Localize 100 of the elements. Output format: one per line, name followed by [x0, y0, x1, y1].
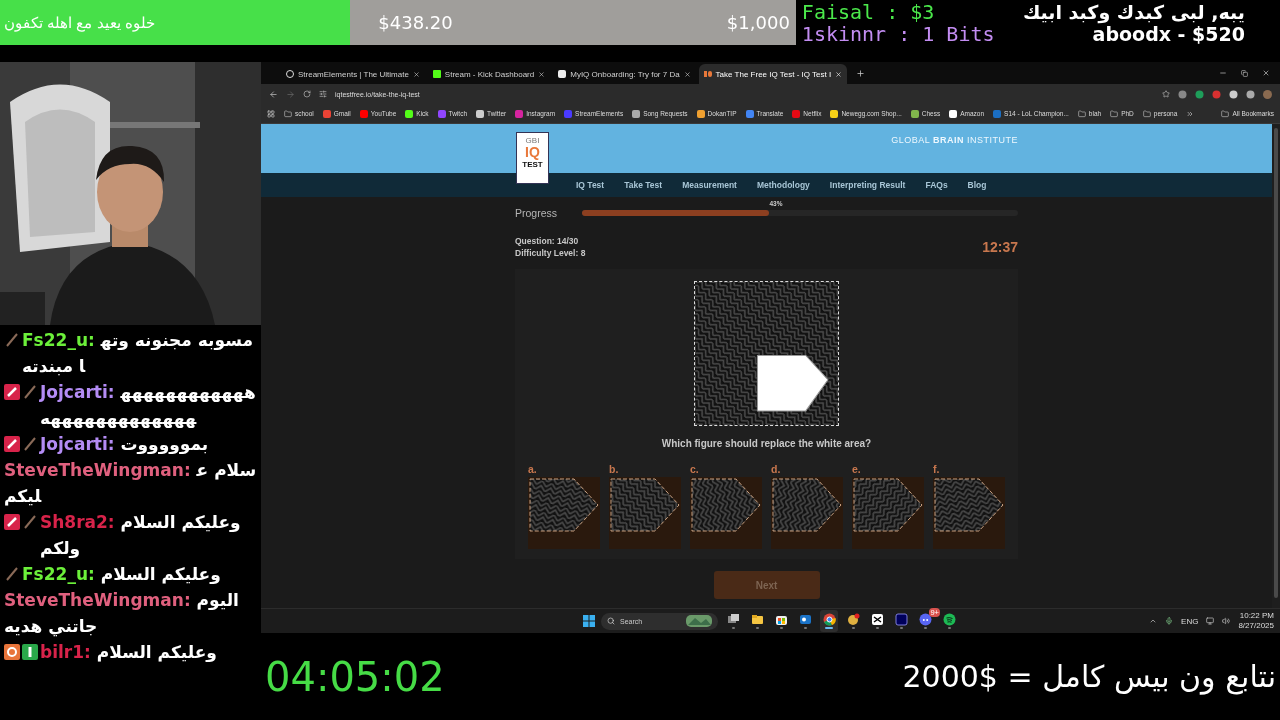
site-icon — [437, 109, 446, 118]
site-icon — [993, 109, 1002, 118]
reload-icon[interactable] — [303, 90, 311, 98]
close-icon[interactable] — [1262, 69, 1270, 77]
mail-icon[interactable] — [798, 613, 812, 626]
folder-icon — [1077, 109, 1086, 118]
question-prompt: Which figure should replace the white area? — [661, 438, 872, 449]
scrollbar-thumb[interactable] — [1274, 128, 1278, 598]
brand-name: GLOBAL BRAIN INSTITUTE — [891, 135, 1018, 145]
nav-link[interactable]: Take Test — [624, 180, 663, 190]
bookmark-star-icon[interactable] — [1162, 90, 1170, 98]
folder-icon — [1221, 109, 1230, 118]
browser-icon[interactable] — [822, 613, 836, 626]
answer-option[interactable] — [609, 477, 681, 549]
search-highlight-icon — [686, 615, 712, 627]
nav-link[interactable]: Measurement — [682, 180, 737, 190]
slash-badge-icon — [22, 436, 38, 452]
apps-icon[interactable] — [267, 109, 275, 118]
language-indicator[interactable]: ENG — [1181, 616, 1199, 626]
nav-link[interactable]: Blog — [967, 180, 987, 190]
question-number: Question: 14/30 — [515, 235, 580, 247]
restore-icon[interactable] — [1241, 69, 1248, 77]
site-icon — [405, 109, 414, 118]
chat-app-icon[interactable] — [918, 613, 932, 626]
difficulty-level: Difficulty Level: 8 — [515, 247, 586, 259]
site-icon — [632, 109, 641, 118]
option-label: a. — [528, 463, 538, 475]
site-icon — [949, 109, 958, 118]
answer-option[interactable] — [771, 477, 843, 549]
og-badge-icon — [4, 644, 20, 660]
answer-option[interactable] — [690, 477, 762, 549]
site-icon — [910, 109, 919, 118]
music-icon[interactable] — [942, 613, 956, 626]
answer-option[interactable] — [933, 477, 1005, 549]
goal-target-amount: $1,000 — [725, 12, 791, 33]
site-icon — [830, 109, 839, 118]
site-icon — [745, 109, 754, 118]
more-bookmarks-icon[interactable] — [1186, 109, 1195, 118]
progress-label: Progress — [515, 207, 558, 219]
close-icon[interactable] — [683, 70, 691, 78]
site-icon — [564, 109, 573, 118]
folder-icon[interactable] — [750, 613, 764, 626]
store-icon[interactable] — [774, 613, 788, 626]
site-icon — [322, 109, 331, 118]
answer-option[interactable] — [852, 477, 924, 549]
sword-badge-icon — [4, 384, 20, 400]
back-icon[interactable] — [269, 89, 278, 99]
tray-overflow-icon[interactable] — [1149, 617, 1158, 625]
nav-link[interactable]: FAQs — [925, 180, 948, 190]
nav-link[interactable]: Methodology — [756, 180, 810, 190]
recent-event: 1skinnr : 1 Bits — [801, 22, 996, 45]
site-icon — [696, 109, 705, 118]
video-editor-icon[interactable] — [894, 613, 908, 626]
task-view-icon[interactable] — [726, 613, 740, 626]
folder-icon — [284, 109, 292, 118]
close-icon[interactable] — [538, 70, 546, 78]
close-icon[interactable] — [835, 70, 843, 78]
folder-icon — [1110, 109, 1119, 118]
site-icon — [359, 109, 368, 118]
new-tab-icon[interactable] — [856, 68, 866, 78]
tab-site-icon — [558, 70, 567, 78]
volume-icon[interactable] — [1222, 617, 1231, 625]
browser-tab[interactable]: Stream - Kick Dashboard — [427, 64, 551, 84]
site-icon — [476, 109, 485, 118]
option-label: b. — [609, 463, 620, 475]
microphone-icon[interactable] — [1165, 617, 1174, 625]
editor-icon[interactable] — [870, 613, 884, 626]
tab-site-icon — [286, 70, 294, 78]
stream-uptime: 04:05:02 — [265, 653, 445, 700]
answer-option[interactable] — [528, 477, 600, 549]
nav-link[interactable]: IQ Test — [576, 180, 605, 190]
slash-badge-icon — [22, 384, 38, 400]
donation-message: يبه, لبى كبدك وكبد ابيك — [1022, 0, 1245, 23]
close-icon[interactable] — [412, 70, 420, 78]
tab-site-icon — [703, 70, 712, 78]
clock[interactable]: 10:22 PM 8/27/2025 — [1238, 611, 1274, 631]
goal-current-amount: $438.20 — [377, 12, 454, 33]
sword-badge-icon — [4, 436, 20, 452]
network-icon[interactable] — [1206, 617, 1215, 625]
recent-event: Faisal : $3 — [801, 0, 936, 23]
first-badge-icon — [22, 644, 38, 660]
goal-note: نتابع ون بيس كامل = $2000 — [902, 659, 1276, 694]
nav-link[interactable]: Interpreting Result — [829, 180, 906, 190]
option-label: e. — [852, 463, 862, 475]
avatar-icon[interactable] — [1263, 89, 1272, 99]
start-icon[interactable] — [583, 615, 595, 627]
search-icon — [607, 617, 615, 625]
option-label: d. — [771, 463, 782, 475]
browser-tab[interactable]: Take The Free IQ Test - IQ Test I — [698, 64, 848, 84]
slash-badge-icon — [22, 514, 38, 530]
browser-tab[interactable]: StreamElements | The Ultimate — [281, 64, 425, 84]
browser-tab[interactable]: MyIQ Onboarding: Try for 7 Da — [553, 64, 696, 84]
countdown-timer: 12:37 — [982, 239, 1018, 255]
game-icon[interactable] — [846, 613, 860, 626]
site-icon — [515, 109, 524, 118]
slash-badge-icon — [4, 332, 20, 348]
option-label: f. — [933, 463, 941, 475]
site-settings-icon[interactable] — [319, 90, 327, 98]
site-logo[interactable]: GBI IQ TEST — [516, 132, 549, 184]
goal-title: خلوه يعيد مع اهله تكفون — [3, 13, 156, 32]
